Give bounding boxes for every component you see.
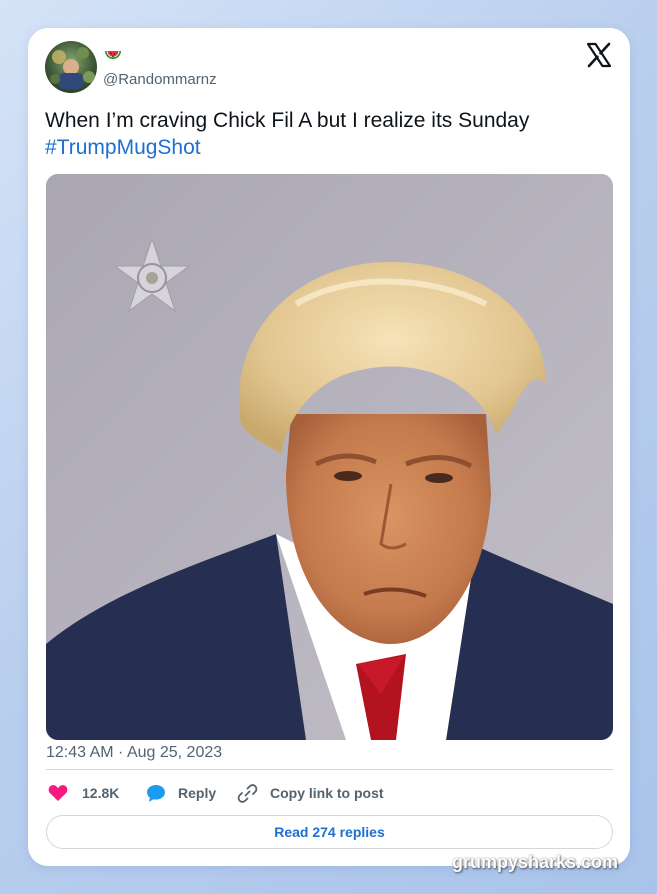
tweet-actions: 12.8K Reply Copy link to post xyxy=(46,780,613,806)
display-name[interactable] xyxy=(104,46,134,66)
tweet-media-image[interactable] xyxy=(46,174,613,740)
watermark: grumpysharks.com xyxy=(452,852,619,872)
like-count: 12.8K xyxy=(82,785,120,801)
hashtag-link[interactable]: #TrumpMugShot xyxy=(45,134,615,161)
copy-link-label: Copy link to post xyxy=(270,785,384,801)
watermelon-icon xyxy=(105,51,121,59)
speech-bubble-icon xyxy=(147,784,165,802)
link-icon xyxy=(237,783,258,803)
like-button[interactable]: 12.8K xyxy=(48,780,119,806)
reply-button[interactable]: Reply xyxy=(146,780,216,806)
x-logo-icon[interactable] xyxy=(586,42,612,68)
tweet-body: When I’m craving Chick Fil A but I reali… xyxy=(45,109,530,132)
copy-link-button[interactable]: Copy link to post xyxy=(237,780,384,806)
tweet-timestamp[interactable]: 12:43 AM · Aug 25, 2023 xyxy=(46,744,222,762)
heart-icon xyxy=(48,785,68,801)
read-replies-button[interactable]: Read 274 replies xyxy=(46,815,613,849)
tweet-card: @Randommarnz When I’m craving Chick Fil … xyxy=(28,28,630,866)
avatar[interactable] xyxy=(45,41,97,93)
user-handle[interactable]: @Randommarnz xyxy=(103,71,217,88)
tweet-text: When I’m craving Chick Fil A but I reali… xyxy=(45,107,615,161)
divider xyxy=(46,769,613,770)
reply-label: Reply xyxy=(178,785,217,801)
